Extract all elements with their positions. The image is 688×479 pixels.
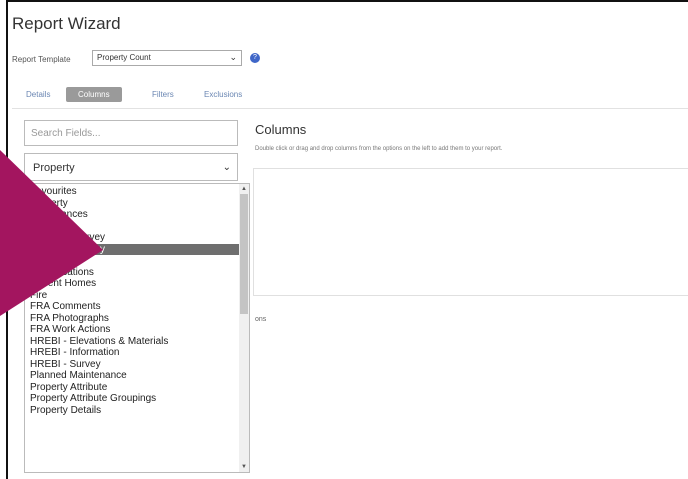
- scroll-up-arrow-icon[interactable]: ▲: [241, 186, 247, 192]
- field-list-item[interactable]: Compliances: [25, 209, 249, 221]
- field-list-item[interactable]: Property Attribute Groupings: [25, 393, 249, 405]
- tab-exclusions[interactable]: Exclusions: [204, 90, 242, 99]
- report-template-value: Property Count: [97, 53, 151, 62]
- field-list-item[interactable]: Attachment: [25, 255, 249, 267]
- field-list-item[interactable]: Decent Homes: [25, 278, 249, 290]
- field-list-item[interactable]: Classifications: [25, 267, 249, 279]
- field-list-item[interactable]: HREBI - Survey: [25, 359, 249, 371]
- field-list-item[interactable]: Property Attribute: [25, 382, 249, 394]
- field-list-item[interactable]: Property Details: [25, 405, 249, 417]
- scroll-down-arrow-icon[interactable]: ▼: [241, 464, 247, 470]
- chevron-down-icon: ⌄: [222, 162, 231, 173]
- field-list-item[interactable]: FRA Work Actions: [25, 324, 249, 336]
- columns-drop-zone[interactable]: [253, 168, 688, 296]
- tab-columns[interactable]: Columns: [66, 87, 122, 102]
- field-list-item[interactable]: Property: [25, 198, 249, 210]
- scrollbar-thumb[interactable]: [240, 194, 248, 314]
- field-list-item[interactable]: Asbestos Survey: [25, 232, 249, 244]
- field-list-item[interactable]: HREBI - Information: [25, 347, 249, 359]
- field-list-item[interactable]: Planned Maintenance: [25, 370, 249, 382]
- chevron-down-icon: ⌄: [229, 52, 237, 62]
- search-placeholder: Search Fields...: [31, 128, 101, 139]
- field-list-item[interactable]: Favourites: [25, 186, 249, 198]
- page-title: Report Wizard: [12, 14, 121, 33]
- tab-filters[interactable]: Filters: [152, 90, 174, 99]
- field-category-select[interactable]: Property ⌄: [24, 153, 238, 181]
- tab-divider: [12, 108, 688, 109]
- field-list-item[interactable]: Fire: [25, 290, 249, 302]
- field-list-item[interactable]: HREBI - Elevations & Materials: [25, 336, 249, 348]
- columns-hint: Double click or drag and drop columns fr…: [255, 146, 503, 152]
- columns-heading: Columns: [255, 122, 307, 137]
- report-template-label: Report Template: [12, 55, 71, 64]
- search-fields-input[interactable]: Search Fields...: [24, 120, 238, 146]
- report-template-select[interactable]: Property Count ⌄: [92, 50, 242, 66]
- tab-details[interactable]: Details: [26, 90, 50, 99]
- field-list-items: Favourites Property Compliances Contacts Asb…: [25, 184, 249, 416]
- field-category-value: Property: [33, 162, 75, 174]
- field-list-item[interactable]: Asbestos Survey: [25, 243, 249, 255]
- field-list[interactable]: Favourites Property Compliances Contacts Asb…: [24, 183, 250, 473]
- field-list-item[interactable]: FRA Photographs: [25, 313, 249, 325]
- field-list-item[interactable]: FRA Comments: [25, 301, 249, 313]
- question-circle-icon[interactable]: ?: [250, 53, 260, 63]
- section-label-partial: ons: [255, 316, 267, 323]
- field-list-scrollbar[interactable]: ▲ ▼: [239, 184, 249, 472]
- field-list-item[interactable]: Contacts: [25, 221, 249, 233]
